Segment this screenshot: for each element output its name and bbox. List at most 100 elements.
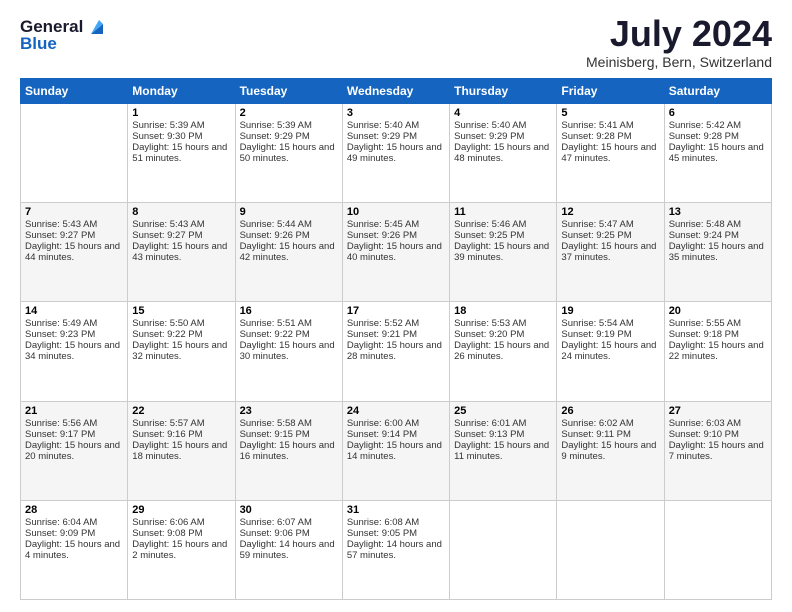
day-number: 25	[454, 405, 552, 417]
col-thursday: Thursday	[450, 79, 557, 104]
table-row: 2Sunrise: 5:39 AMSunset: 9:29 PMDaylight…	[235, 104, 342, 203]
sunset-text: Sunset: 9:30 PM	[132, 131, 230, 142]
sunrise-text: Sunrise: 5:55 AM	[669, 318, 767, 329]
sunrise-text: Sunrise: 5:57 AM	[132, 418, 230, 429]
day-number: 15	[132, 305, 230, 317]
sunset-text: Sunset: 9:27 PM	[25, 230, 123, 241]
sunrise-text: Sunrise: 5:46 AM	[454, 219, 552, 230]
table-row: 21Sunrise: 5:56 AMSunset: 9:17 PMDayligh…	[21, 401, 128, 500]
sunset-text: Sunset: 9:14 PM	[347, 429, 445, 440]
sunset-text: Sunset: 9:21 PM	[347, 329, 445, 340]
calendar-week-row: 28Sunrise: 6:04 AMSunset: 9:09 PMDayligh…	[21, 500, 772, 599]
table-row: 15Sunrise: 5:50 AMSunset: 9:22 PMDayligh…	[128, 302, 235, 401]
day-number: 5	[561, 107, 659, 119]
sunrise-text: Sunrise: 6:07 AM	[240, 517, 338, 528]
table-row: 5Sunrise: 5:41 AMSunset: 9:28 PMDaylight…	[557, 104, 664, 203]
table-row: 9Sunrise: 5:44 AMSunset: 9:26 PMDaylight…	[235, 203, 342, 302]
daylight-text: Daylight: 15 hours and 35 minutes.	[669, 241, 767, 263]
daylight-text: Daylight: 15 hours and 30 minutes.	[240, 340, 338, 362]
day-number: 6	[669, 107, 767, 119]
table-row: 12Sunrise: 5:47 AMSunset: 9:25 PMDayligh…	[557, 203, 664, 302]
day-number: 9	[240, 206, 338, 218]
day-number: 1	[132, 107, 230, 119]
sunrise-text: Sunrise: 6:01 AM	[454, 418, 552, 429]
table-row: 10Sunrise: 5:45 AMSunset: 9:26 PMDayligh…	[342, 203, 449, 302]
sunset-text: Sunset: 9:25 PM	[454, 230, 552, 241]
month-title: July 2024	[586, 16, 772, 52]
table-row	[450, 500, 557, 599]
day-number: 2	[240, 107, 338, 119]
sunset-text: Sunset: 9:28 PM	[669, 131, 767, 142]
daylight-text: Daylight: 15 hours and 40 minutes.	[347, 241, 445, 263]
daylight-text: Daylight: 15 hours and 28 minutes.	[347, 340, 445, 362]
daylight-text: Daylight: 15 hours and 49 minutes.	[347, 142, 445, 164]
sunrise-text: Sunrise: 5:40 AM	[347, 120, 445, 131]
day-number: 13	[669, 206, 767, 218]
sunrise-text: Sunrise: 6:00 AM	[347, 418, 445, 429]
sunrise-text: Sunrise: 5:44 AM	[240, 219, 338, 230]
sunset-text: Sunset: 9:11 PM	[561, 429, 659, 440]
table-row: 13Sunrise: 5:48 AMSunset: 9:24 PMDayligh…	[664, 203, 771, 302]
table-row: 14Sunrise: 5:49 AMSunset: 9:23 PMDayligh…	[21, 302, 128, 401]
sunrise-text: Sunrise: 5:39 AM	[240, 120, 338, 131]
sunrise-text: Sunrise: 6:08 AM	[347, 517, 445, 528]
day-number: 28	[25, 504, 123, 516]
table-row: 16Sunrise: 5:51 AMSunset: 9:22 PMDayligh…	[235, 302, 342, 401]
table-row: 22Sunrise: 5:57 AMSunset: 9:16 PMDayligh…	[128, 401, 235, 500]
sunset-text: Sunset: 9:10 PM	[669, 429, 767, 440]
logo-icon	[85, 16, 107, 38]
sunrise-text: Sunrise: 5:52 AM	[347, 318, 445, 329]
daylight-text: Daylight: 15 hours and 20 minutes.	[25, 440, 123, 462]
sunset-text: Sunset: 9:26 PM	[240, 230, 338, 241]
day-number: 20	[669, 305, 767, 317]
sunrise-text: Sunrise: 5:56 AM	[25, 418, 123, 429]
table-row	[557, 500, 664, 599]
table-row	[21, 104, 128, 203]
calendar-week-row: 7Sunrise: 5:43 AMSunset: 9:27 PMDaylight…	[21, 203, 772, 302]
day-number: 17	[347, 305, 445, 317]
sunset-text: Sunset: 9:27 PM	[132, 230, 230, 241]
table-row: 8Sunrise: 5:43 AMSunset: 9:27 PMDaylight…	[128, 203, 235, 302]
table-row: 6Sunrise: 5:42 AMSunset: 9:28 PMDaylight…	[664, 104, 771, 203]
sunset-text: Sunset: 9:25 PM	[561, 230, 659, 241]
day-number: 27	[669, 405, 767, 417]
sunset-text: Sunset: 9:26 PM	[347, 230, 445, 241]
sunset-text: Sunset: 9:16 PM	[132, 429, 230, 440]
day-number: 29	[132, 504, 230, 516]
col-wednesday: Wednesday	[342, 79, 449, 104]
table-row: 18Sunrise: 5:53 AMSunset: 9:20 PMDayligh…	[450, 302, 557, 401]
sunset-text: Sunset: 9:24 PM	[669, 230, 767, 241]
table-row: 7Sunrise: 5:43 AMSunset: 9:27 PMDaylight…	[21, 203, 128, 302]
daylight-text: Daylight: 15 hours and 34 minutes.	[25, 340, 123, 362]
table-row: 30Sunrise: 6:07 AMSunset: 9:06 PMDayligh…	[235, 500, 342, 599]
table-row	[664, 500, 771, 599]
daylight-text: Daylight: 15 hours and 47 minutes.	[561, 142, 659, 164]
daylight-text: Daylight: 15 hours and 37 minutes.	[561, 241, 659, 263]
day-number: 4	[454, 107, 552, 119]
daylight-text: Daylight: 15 hours and 45 minutes.	[669, 142, 767, 164]
day-number: 22	[132, 405, 230, 417]
sunrise-text: Sunrise: 5:41 AM	[561, 120, 659, 131]
daylight-text: Daylight: 15 hours and 39 minutes.	[454, 241, 552, 263]
table-row: 26Sunrise: 6:02 AMSunset: 9:11 PMDayligh…	[557, 401, 664, 500]
sunset-text: Sunset: 9:23 PM	[25, 329, 123, 340]
day-number: 26	[561, 405, 659, 417]
table-row: 29Sunrise: 6:06 AMSunset: 9:08 PMDayligh…	[128, 500, 235, 599]
daylight-text: Daylight: 15 hours and 24 minutes.	[561, 340, 659, 362]
sunset-text: Sunset: 9:28 PM	[561, 131, 659, 142]
col-sunday: Sunday	[21, 79, 128, 104]
table-row: 4Sunrise: 5:40 AMSunset: 9:29 PMDaylight…	[450, 104, 557, 203]
sunrise-text: Sunrise: 5:47 AM	[561, 219, 659, 230]
sunset-text: Sunset: 9:05 PM	[347, 528, 445, 539]
day-number: 7	[25, 206, 123, 218]
calendar-week-row: 14Sunrise: 5:49 AMSunset: 9:23 PMDayligh…	[21, 302, 772, 401]
day-number: 16	[240, 305, 338, 317]
sunset-text: Sunset: 9:08 PM	[132, 528, 230, 539]
sunrise-text: Sunrise: 5:40 AM	[454, 120, 552, 131]
table-row: 11Sunrise: 5:46 AMSunset: 9:25 PMDayligh…	[450, 203, 557, 302]
sunset-text: Sunset: 9:19 PM	[561, 329, 659, 340]
sunset-text: Sunset: 9:22 PM	[240, 329, 338, 340]
calendar-week-row: 1 Sunrise: 5:39 AM Sunset: 9:30 PM Daylight…	[21, 104, 772, 203]
sunrise-text: Sunrise: 5:51 AM	[240, 318, 338, 329]
sunrise-text: Sunrise: 5:54 AM	[561, 318, 659, 329]
